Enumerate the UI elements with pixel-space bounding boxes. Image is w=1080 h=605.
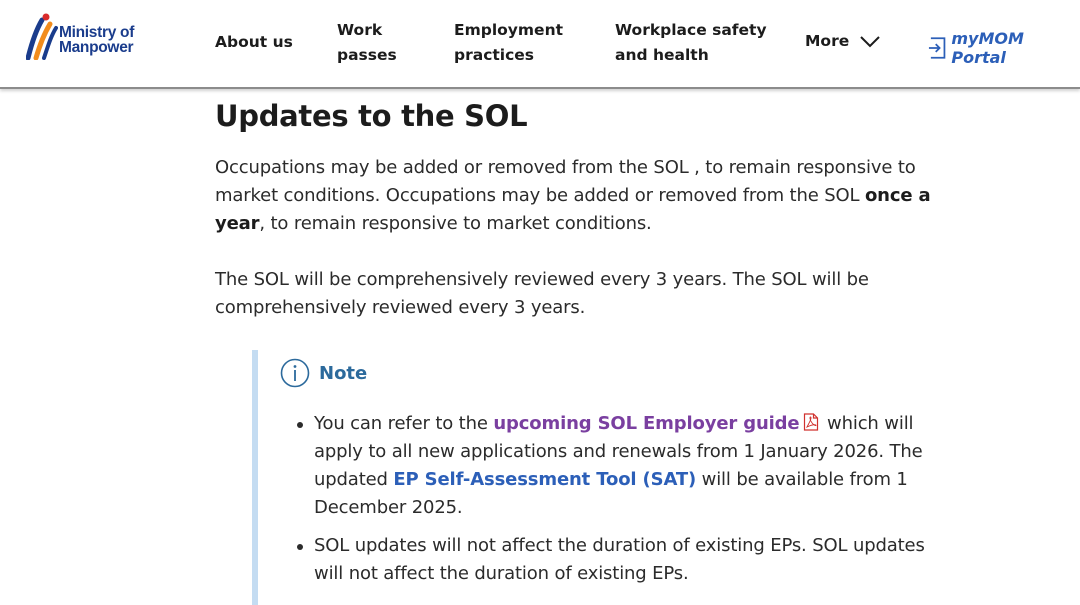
portal-label: myMOM Portal xyxy=(951,29,1024,67)
nav-wsh-label-1: Workplace safety xyxy=(615,21,767,39)
site-header: Ministry of Manpower About us Work passe… xyxy=(0,0,1080,89)
nav-emp-label-2: practices xyxy=(454,46,535,64)
mymom-portal-link[interactable]: myMOM Portal xyxy=(927,29,1080,67)
info-icon xyxy=(280,358,310,388)
chevron-down-icon xyxy=(860,36,880,48)
ep-sat-link[interactable]: EP Self-Assessment Tool (SAT) xyxy=(393,469,696,490)
list-item: You can refer to the upcoming SOL Employ… xyxy=(280,410,940,522)
nav-workplace-safety[interactable]: Workplace safety and health xyxy=(615,18,767,68)
list-item: SOL updates will not affect the duration… xyxy=(280,532,940,588)
nav-emp-label-1: Employment xyxy=(454,21,564,39)
logo-line1: Ministry of xyxy=(59,24,135,41)
logo-line2: Manpower xyxy=(59,39,134,56)
nav-employment-practices[interactable]: Employment practices xyxy=(454,18,563,68)
sol-update-paragraph: Occupations may be added or removed from… xyxy=(215,154,935,238)
mom-logo-icon xyxy=(26,13,58,60)
portal-login-icon xyxy=(928,37,946,59)
nav-about-us[interactable]: About us xyxy=(215,30,293,55)
note-callout: Note You can refer to the upcoming SOL E… xyxy=(252,350,952,605)
sol-review-paragraph: The SOL will be comprehensively reviewed… xyxy=(215,269,869,318)
nav-work-passes[interactable]: Work passes xyxy=(337,18,397,68)
nav-work-label-1: Work xyxy=(337,21,383,39)
pdf-icon xyxy=(804,413,819,431)
para1-text-a: Occupations may be added or removed from… xyxy=(215,157,916,206)
nav-more[interactable]: More xyxy=(805,29,881,54)
logo-text: Ministry of Manpower xyxy=(59,24,135,56)
note-list: You can refer to the upcoming SOL Employ… xyxy=(280,410,952,588)
nav-wsh-label-2: and health xyxy=(615,46,709,64)
note-item1-text-a: You can refer to the xyxy=(314,413,494,434)
note-header: Note xyxy=(280,358,952,388)
nav-about-label: About us xyxy=(215,33,293,51)
sol-employer-guide-link[interactable]: upcoming SOL Employer guide xyxy=(493,413,799,434)
nav-more-label: More xyxy=(805,32,850,50)
section-title: Updates to the SOL xyxy=(215,99,528,133)
main-content: Updates to the SOL Occupations may be ad… xyxy=(215,96,935,322)
para1-text-b: , to remain responsive to market conditi… xyxy=(259,213,652,234)
mom-logo[interactable]: Ministry of Manpower xyxy=(26,12,156,62)
nav-work-label-2: passes xyxy=(337,46,397,64)
note-title: Note xyxy=(319,362,368,384)
